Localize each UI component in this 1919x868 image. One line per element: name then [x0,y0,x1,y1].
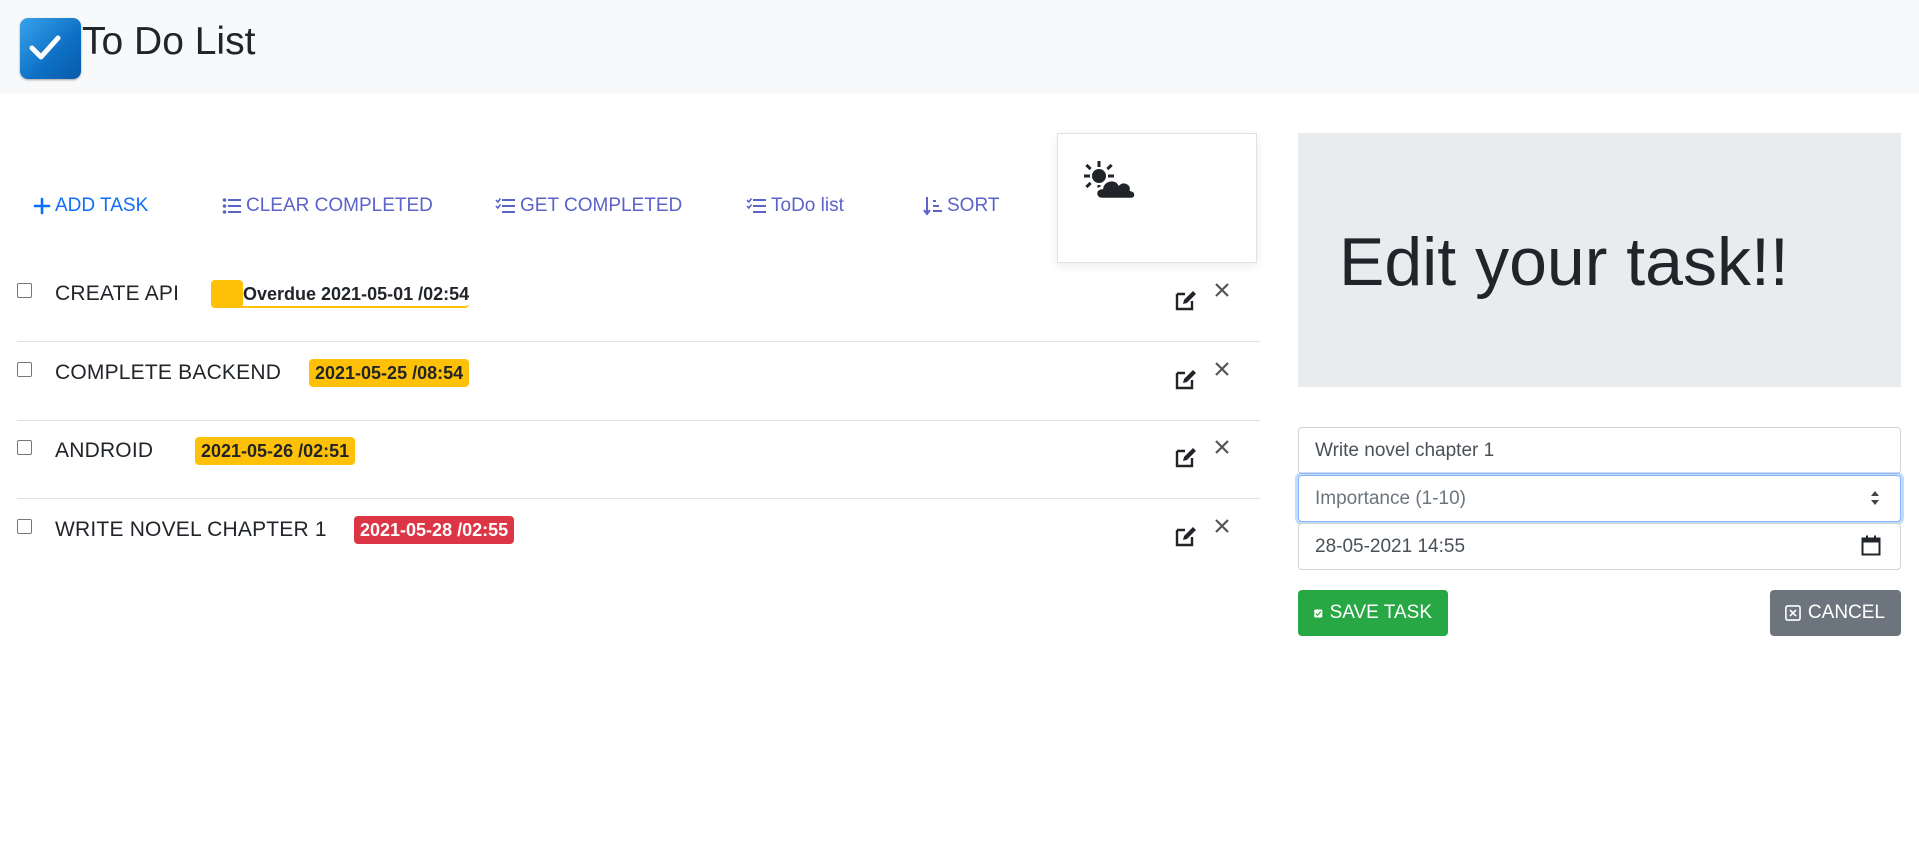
datetime-input[interactable] [1299,524,1855,569]
due-date-badge: Overdue 2021-05-01 /02:54 [211,280,470,308]
checkmark-logo-icon [20,18,81,79]
edit-heading-panel: Edit your task!! [1298,133,1901,387]
todo-list-button[interactable]: ToDo list [746,193,844,219]
sort-icon [923,197,942,216]
check-square-icon [1314,608,1323,618]
task-name: CREATE API [55,282,180,305]
list-check-icon [495,198,515,213]
add-task-label: ADD TASK [55,195,149,216]
todo-list-label: ToDo list [771,195,844,216]
importance-field[interactable] [1298,475,1901,522]
app-title: To Do List [82,20,256,63]
overdue-swatch [211,280,243,308]
save-task-label: SAVE TASK [1329,602,1432,623]
due-date-text: Overdue 2021-05-01 /02:54 [243,284,470,304]
edit-icon [1175,448,1196,468]
clear-completed-button[interactable]: CLEAR COMPLETED [222,193,433,219]
task-name: COMPLETE BACKEND [55,361,282,384]
list-icon [222,198,241,214]
delete-task-button[interactable] [1215,283,1229,302]
save-task-button[interactable]: SAVE TASK [1298,590,1448,636]
task-row: WRITE NOVEL CHAPTER 1 2021-05-28 /02:55 [17,499,1260,577]
task-name: WRITE NOVEL CHAPTER 1 [55,518,327,541]
list-check-icon [746,198,766,213]
sort-button[interactable]: SORT [923,193,999,219]
calendar-icon[interactable] [1861,535,1881,556]
task-row: ANDROID 2021-05-26 /02:51 [17,420,1260,499]
clear-completed-label: CLEAR COMPLETED [246,195,433,216]
edit-heading: Edit your task!! [1339,224,1789,300]
task-checkbox[interactable] [17,362,32,377]
cancel-button[interactable]: CANCEL [1770,590,1901,636]
close-icon [1215,519,1229,533]
edit-task-button[interactable] [1174,446,1198,473]
edit-icon [1175,527,1196,547]
due-date-badge: 2021-05-26 /02:51 [195,437,356,465]
task-row: COMPLETE BACKEND 2021-05-25 /08:54 [17,342,1260,421]
due-date-badge: 2021-05-25 /08:54 [309,359,470,387]
navbar: To Do List [0,0,1919,94]
delete-task-button[interactable] [1215,519,1229,538]
get-completed-button[interactable]: GET COMPLETED [495,193,682,219]
task-name-input[interactable] [1299,428,1855,473]
cancel-label: CANCEL [1807,602,1885,623]
task-row: CREATE API Overdue 2021-05-01 /02:54 [17,263,1260,342]
close-icon [1215,362,1229,376]
delete-task-button[interactable] [1215,440,1229,459]
weather-widget [1057,133,1257,263]
edit-task-button[interactable] [1174,525,1198,552]
edit-task-button[interactable] [1174,289,1198,316]
due-date-badge: 2021-05-28 /02:55 [354,516,515,544]
plus-icon [33,197,51,215]
close-icon [1215,283,1229,297]
partly-cloudy-icon [1084,161,1137,201]
task-name-field[interactable] [1298,427,1901,474]
delete-task-button[interactable] [1215,362,1229,381]
close-icon [1215,440,1229,454]
task-name: ANDROID [55,439,154,462]
sort-label: SORT [947,195,1000,216]
datetime-field[interactable] [1298,523,1901,570]
edit-icon [1175,370,1196,390]
x-square-icon [1785,605,1801,621]
edit-task-button[interactable] [1174,368,1198,395]
add-task-button[interactable]: ADD TASK [33,193,148,219]
task-checkbox[interactable] [17,440,32,455]
importance-input[interactable] [1299,476,1855,521]
task-checkbox[interactable] [17,283,32,298]
spinner-arrows-icon[interactable] [1868,487,1882,509]
task-checkbox[interactable] [17,519,32,534]
edit-icon [1175,291,1196,311]
get-completed-label: GET COMPLETED [520,195,683,216]
